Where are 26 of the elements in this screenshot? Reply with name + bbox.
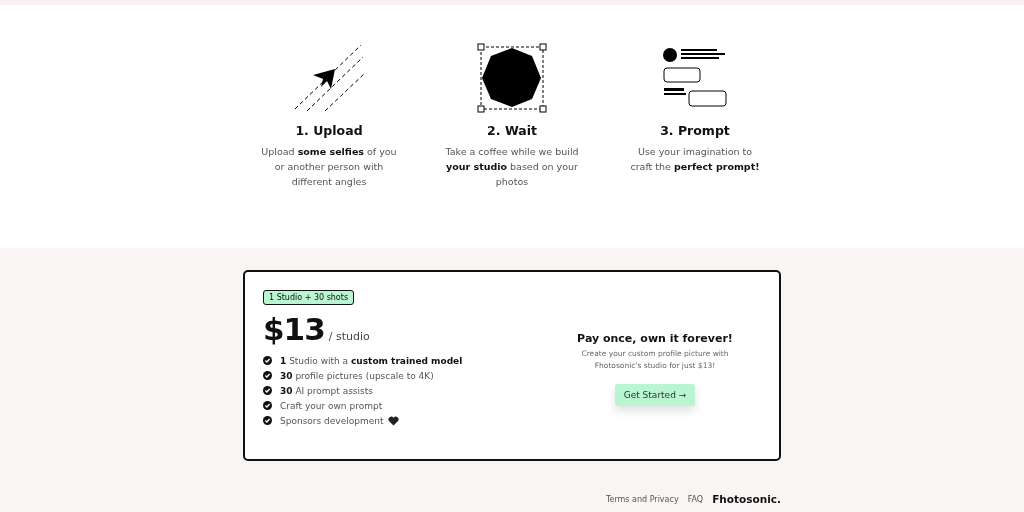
check-circle-icon	[263, 356, 272, 365]
step-description: Use your imagination to craft the perfect prompt!	[629, 145, 761, 174]
step-title: 1. Upload	[295, 123, 363, 138]
plan-badge: 1 Studio + 30 shots	[263, 290, 355, 305]
brand-logo[interactable]: Fhotosonic.	[712, 493, 781, 505]
footer-link[interactable]: Terms and Privacy	[605, 494, 679, 504]
price: $13	[263, 311, 325, 347]
check-circle-icon	[263, 401, 272, 410]
feature-text: 1 Studio with a custom trained model	[280, 355, 463, 366]
step-title: 2. Wait	[487, 123, 537, 138]
check-circle-icon	[263, 416, 272, 425]
feature-text: Craft your own prompt	[280, 400, 383, 411]
chat-prompt-icon	[663, 47, 727, 109]
feature-text: 30 profile pictures (upscale to 4K)	[280, 370, 434, 381]
pricing-headline: Pay once, own it forever!	[577, 332, 733, 345]
get-started-button[interactable]: Get Started →	[614, 384, 696, 406]
check-circle-icon	[263, 371, 272, 380]
step-title: 3. Prompt	[660, 123, 730, 138]
footer-link[interactable]: FAQ	[687, 494, 704, 504]
step-description: Take a coffee while we build your studio based on your photos	[444, 145, 580, 189]
step-description: Upload some selfies of you or another person with different angles	[260, 145, 398, 189]
check-circle-icon	[263, 386, 272, 395]
paper-plane-icon	[293, 43, 365, 113]
feature-text: 30 AI prompt assists	[280, 385, 373, 396]
price-unit: / studio	[328, 330, 370, 343]
feature-text: Sponsors development	[280, 415, 384, 426]
